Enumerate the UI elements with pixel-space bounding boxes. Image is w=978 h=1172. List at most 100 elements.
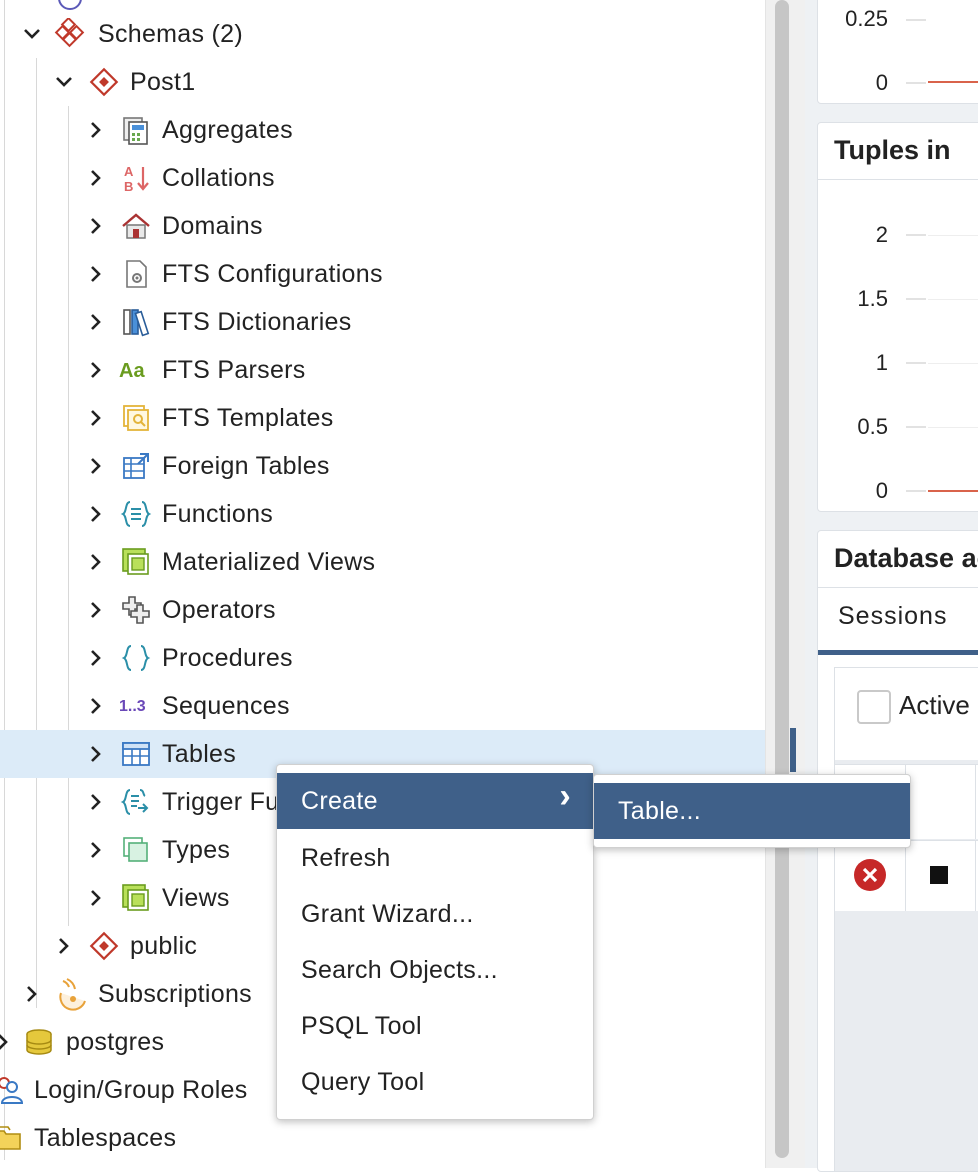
y-tick-label: 2 [875,222,888,247]
menu-item-query-tool[interactable]: Query Tool [277,1054,593,1110]
tree-item-label: FTS Templates [162,403,334,432]
tree-item-materialized-views[interactable]: Materialized Views [0,538,765,586]
chevron-right-icon[interactable] [83,547,109,577]
menu-item-create-table[interactable]: Table... [594,783,910,839]
chevron-right-icon[interactable] [83,883,109,913]
chevron-down-icon[interactable] [51,67,77,97]
menu-item-psql-tool[interactable]: PSQL Tool [277,998,593,1054]
fts-dictionaries-icon [119,305,153,339]
chevron-right-icon[interactable] [51,931,77,961]
tree-item-label: postgres [66,1027,165,1056]
menu-item-grant-wizard[interactable]: Grant Wizard... [277,886,593,942]
server-icon [58,0,82,10]
tree-item-functions[interactable]: Functions [0,490,765,538]
schema-icon [87,929,121,963]
grid-line [928,299,978,300]
tree-item-fts-configurations[interactable]: FTS Configurations [0,250,765,298]
chevron-down-icon[interactable] [19,19,45,49]
chevron-right-icon[interactable] [83,211,109,241]
subscriptions-icon [55,977,89,1011]
card-title: Tuples in [834,135,951,165]
y-tick-label: 0.25 [845,6,888,31]
tree-item-label: Types [162,835,231,864]
chevron-right-icon[interactable] [83,739,109,769]
chevron-right-icon[interactable] [83,259,109,289]
tree-item-fts-parsers[interactable]: Aa FTS Parsers [0,346,765,394]
tree-item-label: Domains [162,211,263,240]
tree-item-label: Trigger Fu [162,787,280,816]
tree-item-label: Subscriptions [98,979,252,1008]
chevron-right-icon[interactable] [83,499,109,529]
tree-item-operators[interactable]: Operators [0,586,765,634]
column-divider [905,841,906,911]
collations-icon: AB [119,161,153,195]
chevron-right-icon[interactable] [83,307,109,337]
chevron-right-icon[interactable] [83,115,109,145]
materialized-views-icon [119,545,153,579]
tree-item-procedures[interactable]: Procedures [0,634,765,682]
tab-sessions[interactable]: Sessions [818,588,978,655]
stop-query-icon[interactable] [930,866,948,884]
fts-templates-icon [119,401,153,435]
tree-item-label: Views [162,883,230,912]
sessions-table-area: Active [834,667,978,1171]
active-label: Active [899,690,970,720]
tree-item-label: FTS Configurations [162,259,383,288]
tuples-in-card: Tuples in 2 1.5 1 0.5 0 [817,122,978,512]
chevron-right-icon[interactable] [83,163,109,193]
tree-item-label: FTS Dictionaries [162,307,352,336]
chevron-right-icon[interactable] [83,403,109,433]
chevron-right-icon[interactable] [83,691,109,721]
tree-item-fts-templates[interactable]: FTS Templates [0,394,765,442]
tree-item-foreign-tables[interactable]: Foreign Tables [0,442,765,490]
menu-item-search-objects[interactable]: Search Objects... [277,942,593,998]
y-tick-label: 1 [875,350,888,375]
tree-item-label: Login/Group Roles [34,1075,248,1104]
chevron-right-icon[interactable] [0,1027,16,1057]
chevron-right-icon[interactable] [83,595,109,625]
tree-item-fts-dictionaries[interactable]: FTS Dictionaries [0,298,765,346]
tree-item-schemas[interactable]: Schemas (2) [0,10,765,58]
tree-item-label: Schemas (2) [98,19,244,48]
fts-parsers-icon: Aa [119,353,153,387]
aggregates-icon [119,113,153,147]
tree-item-label: Sequences [162,691,290,720]
operators-icon [119,593,153,627]
views-icon [119,881,153,915]
tablespaces-icon [0,1121,24,1155]
tree-item-aggregates[interactable]: Aggregates [0,106,765,154]
chevron-right-icon[interactable] [83,787,109,817]
chevron-right-icon[interactable] [19,979,45,1009]
tree-item-sequences[interactable]: 1..3 Sequences [0,682,765,730]
tree-item-collations[interactable]: A B Collations [0,154,765,202]
tree-scrollbar-thumb[interactable] [775,0,789,1158]
active-checkbox[interactable] [857,690,891,724]
tree-item-schema-post1[interactable]: Post1 [0,58,765,106]
grid-line [928,427,978,428]
chevron-right-icon[interactable] [83,451,109,481]
database-icon [22,1025,56,1059]
chevron-right-icon[interactable] [83,643,109,673]
domains-icon [119,209,153,243]
tree-item-label: Foreign Tables [162,451,330,480]
chevron-right-icon[interactable] [83,835,109,865]
cancel-session-icon[interactable] [854,859,886,891]
chevron-right-icon[interactable] [83,355,109,385]
foreign-tables-icon [119,449,153,483]
tree-item-tablespaces[interactable]: Tablespaces [0,1114,765,1162]
menu-item-label: Grant Wizard... [301,899,474,928]
schema-icon [87,65,121,99]
column-divider [975,841,976,911]
tree-item-domains[interactable]: Domains [0,202,765,250]
sequences-icon: 1..3 [119,689,153,723]
svg-text:Aa: Aa [119,360,145,382]
menu-item-refresh[interactable]: Refresh [277,830,593,886]
tick-mark [906,19,926,21]
tab-label: Sessions [838,602,948,630]
types-icon [119,833,153,867]
roles-icon [0,1073,26,1107]
menu-item-create[interactable]: Create › [277,773,593,829]
y-tick-label: 0 [875,478,888,503]
svg-text:1..3: 1..3 [119,698,146,715]
tree-item-label: Operators [162,595,276,624]
